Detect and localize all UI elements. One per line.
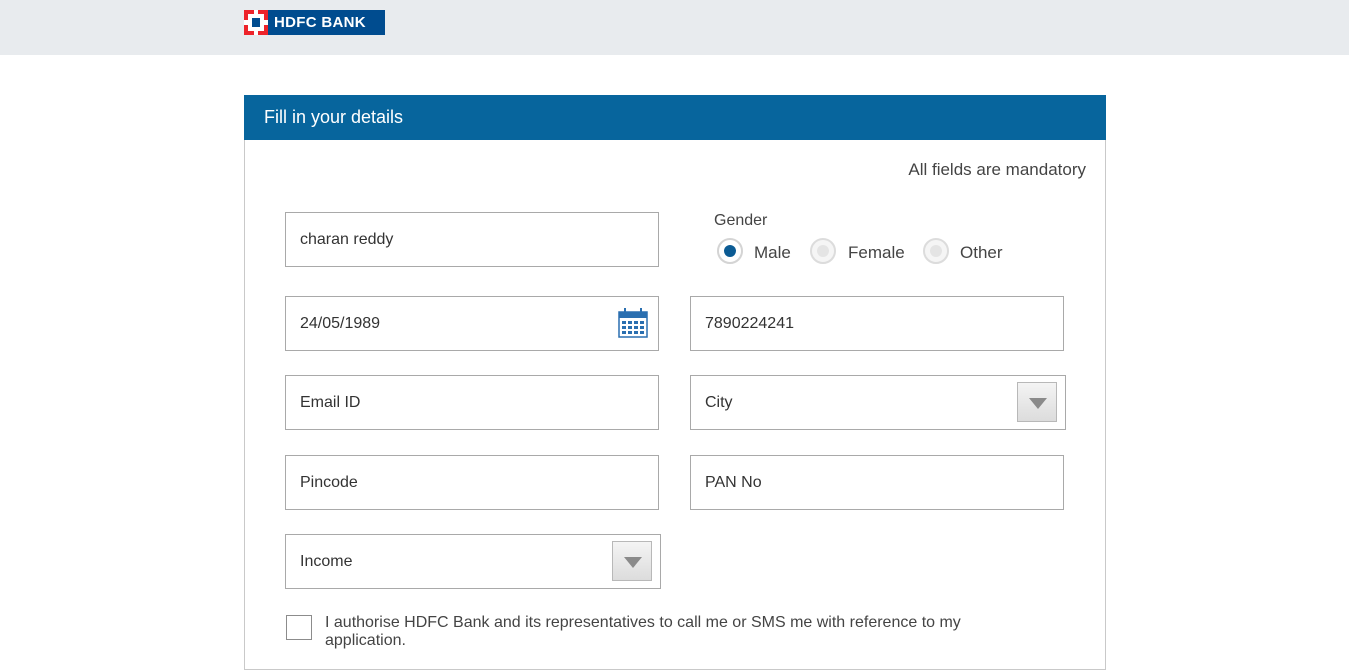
email-input[interactable]: Email ID xyxy=(285,375,659,430)
income-placeholder: Income xyxy=(300,553,353,570)
consent-checkbox[interactable] xyxy=(286,615,312,640)
consent-text: I authorise HDFC Bank and its representa… xyxy=(325,614,961,649)
gender-label-male: Male xyxy=(754,243,791,262)
gender-label: Gender xyxy=(714,212,768,229)
city-select[interactable]: City xyxy=(690,375,1066,430)
gender-label-other: Other xyxy=(960,243,1003,262)
mandatory-note: All fields are mandatory xyxy=(908,160,1086,179)
pincode-placeholder: Pincode xyxy=(300,474,358,491)
gender-radio-male[interactable] xyxy=(717,238,743,264)
gender-label-female: Female xyxy=(848,243,905,262)
triangle-down-icon[interactable] xyxy=(612,541,652,581)
hdfc-bank-logo[interactable]: HDFC BANK xyxy=(244,10,385,35)
pincode-input[interactable]: Pincode xyxy=(285,455,659,510)
mobile-value: 7890224241 xyxy=(705,315,794,332)
gender-radio-other[interactable] xyxy=(923,238,949,264)
dob-value: 24/05/1989 xyxy=(300,315,381,332)
email-placeholder: Email ID xyxy=(300,394,361,411)
dob-input[interactable]: 24/05/1989 xyxy=(285,296,659,351)
form-title: Fill in your details xyxy=(244,95,1106,140)
triangle-down-icon[interactable] xyxy=(1017,382,1057,422)
calendar-icon[interactable] xyxy=(618,308,648,338)
gender-radio-female[interactable] xyxy=(810,238,836,264)
full-name-value: charan reddy xyxy=(300,231,394,248)
city-placeholder: City xyxy=(705,394,733,411)
logo-text: HDFC BANK xyxy=(274,14,366,31)
mobile-input[interactable]: 7890224241 xyxy=(690,296,1064,351)
hdfc-logo-icon xyxy=(244,10,268,35)
pan-placeholder: PAN No xyxy=(705,474,762,491)
income-select[interactable]: Income xyxy=(285,534,661,589)
full-name-input[interactable]: charan reddy xyxy=(285,212,659,267)
top-bar: HDFC BANK xyxy=(0,0,1349,55)
pan-input[interactable]: PAN No xyxy=(690,455,1064,510)
